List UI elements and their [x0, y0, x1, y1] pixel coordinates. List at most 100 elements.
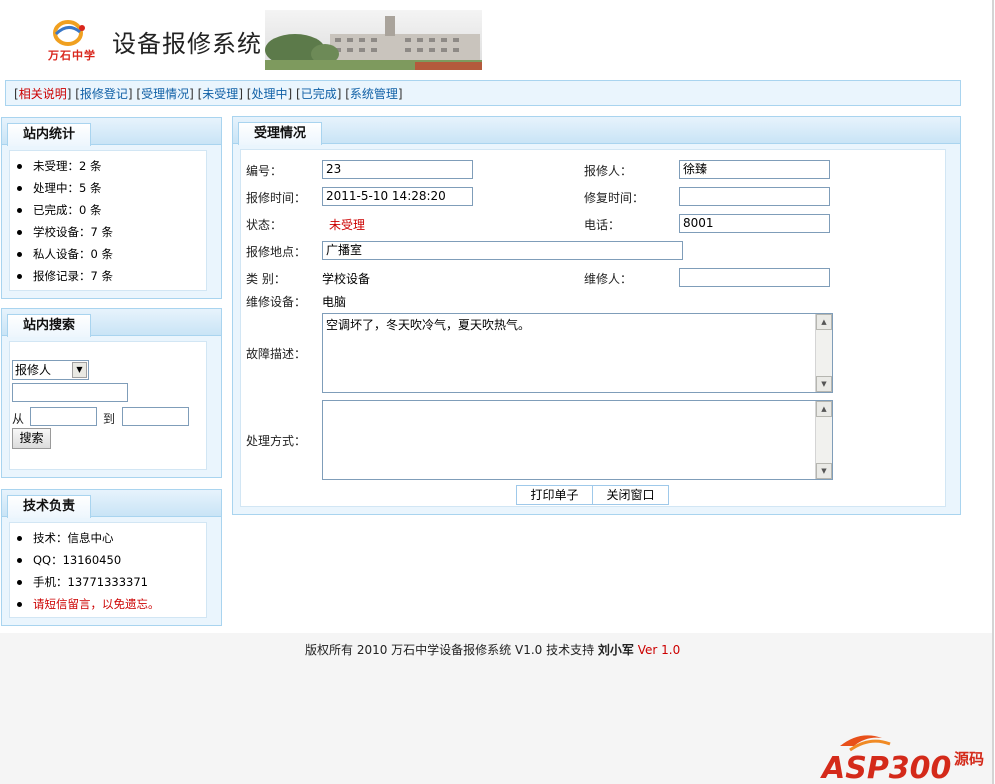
stats-item-records: 报修记录：7 条: [15, 265, 113, 287]
id-label: 编号：: [246, 164, 283, 178]
stats-value: 7 条: [90, 269, 113, 283]
stats-value: 2 条: [79, 159, 102, 173]
school-logo-text: 万石中学: [48, 49, 96, 62]
nav-link-help[interactable]: 相关说明: [19, 87, 67, 101]
scroll-up-icon[interactable]: ▲: [816, 314, 832, 330]
search-from-label: 从: [12, 412, 25, 426]
tech-item-text: 请短信留言，以免遗忘。: [33, 597, 160, 611]
nav-link-in-progress[interactable]: 处理中: [252, 87, 288, 101]
phone-field[interactable]: 8001: [679, 214, 830, 233]
repair-time-field[interactable]: [679, 187, 830, 206]
reporter-field[interactable]: 徐臻: [679, 160, 830, 179]
location-label: 报修地点：: [246, 245, 307, 259]
nav-link-register[interactable]: 报修登记: [80, 87, 128, 101]
detail-form: 编号： 23 报修人： 徐臻 报修时间： 2011-5-10 14:28:20 …: [240, 149, 946, 507]
scroll-up-icon[interactable]: ▲: [816, 401, 832, 417]
device-label: 维修设备：: [246, 295, 307, 309]
stats-panel-title: 站内统计: [7, 123, 92, 146]
detail-panel-title: 受理情况: [238, 122, 323, 145]
search-panel-title: 站内搜索: [7, 314, 92, 337]
scroll-down-icon[interactable]: ▼: [816, 376, 832, 392]
print-button[interactable]: 打印单子: [516, 485, 593, 505]
stats-value: 7 条: [90, 225, 113, 239]
search-field-select[interactable]: 报修人 ▼: [12, 360, 89, 380]
tech-item-text: 手机：13771333371: [33, 575, 148, 589]
close-window-button[interactable]: 关闭窗口: [592, 485, 669, 505]
location-field[interactable]: 广播室: [322, 241, 683, 260]
stats-label: 学校设备：: [33, 225, 91, 239]
tech-item-note: 请短信留言，以免遗忘。: [15, 593, 160, 615]
window-right-border: [992, 0, 994, 784]
tech-list: 技术：信息中心 QQ：13160450 手机：13771333371 请短信留言…: [15, 527, 160, 615]
nav-link-admin[interactable]: 系统管理: [350, 87, 398, 101]
stats-value: 0 条: [79, 203, 102, 217]
stats-list: 未受理：2 条 处理中：5 条 已完成：0 条 学校设备：7 条 私人设备：0 …: [15, 155, 113, 287]
id-field[interactable]: 23: [322, 160, 473, 179]
stats-item-private-devices: 私人设备：0 条: [15, 243, 113, 265]
nav-link-accepted[interactable]: 受理情况: [141, 87, 189, 101]
tech-item-text: 技术：信息中心: [33, 531, 114, 545]
tech-item-phone: 手机：13771333371: [15, 571, 160, 593]
repairer-field[interactable]: [679, 268, 830, 287]
stats-item-in-progress: 处理中：5 条: [15, 177, 113, 199]
bullet-icon: [17, 580, 22, 585]
device-value: 电脑: [322, 295, 347, 309]
stats-item-school-devices: 学校设备：7 条: [15, 221, 113, 243]
stats-value: 0 条: [90, 247, 113, 261]
stats-panel: 站内统计 未受理：2 条 处理中：5 条 已完成：0 条 学校设备：7 条 私人…: [1, 117, 222, 299]
stats-label: 处理中：: [33, 181, 79, 195]
bullet-icon: [17, 558, 22, 563]
report-time-field[interactable]: 2011-5-10 14:28:20: [322, 187, 473, 206]
repairer-label: 维修人：: [584, 272, 633, 286]
nav-link-pending[interactable]: 未受理: [202, 87, 238, 101]
fault-scrollbar[interactable]: ▲ ▼: [815, 314, 832, 392]
reporter-label: 报修人：: [584, 164, 633, 178]
watermark-brand: ASP300: [820, 751, 951, 784]
stats-item-pending: 未受理：2 条: [15, 155, 113, 177]
stats-label: 私人设备：: [33, 247, 91, 261]
bullet-icon: [17, 208, 22, 213]
tech-panel-body: 技术：信息中心 QQ：13160450 手机：13771333371 请短信留言…: [9, 522, 207, 618]
fault-textarea[interactable]: 空调坏了，冬天吹冷气，夏天吹热气。 ▲ ▼: [322, 313, 833, 393]
bullet-icon: [17, 274, 22, 279]
search-from-input[interactable]: [30, 407, 97, 426]
tech-panel-title: 技术负责: [7, 495, 92, 518]
stats-label: 未受理：: [33, 159, 79, 173]
search-button[interactable]: 搜索: [12, 428, 51, 449]
stats-label: 已完成：: [33, 203, 79, 217]
fault-label: 故障描述：: [246, 347, 307, 361]
chevron-down-icon[interactable]: ▼: [72, 362, 87, 378]
stats-panel-body: 未受理：2 条 处理中：5 条 已完成：0 条 学校设备：7 条 私人设备：0 …: [9, 150, 207, 291]
search-keyword-input[interactable]: [12, 383, 128, 402]
scroll-down-icon[interactable]: ▼: [816, 463, 832, 479]
bullet-icon: [17, 230, 22, 235]
nav-link-completed[interactable]: 已完成: [301, 87, 337, 101]
site-title: 设备报修系统: [112, 30, 262, 58]
repair-time-label: 修复时间：: [584, 191, 645, 205]
method-textarea[interactable]: ▲ ▼: [322, 400, 833, 480]
watermark-suffix: 源码: [954, 750, 984, 768]
detail-panel: 受理情况 编号： 23 报修人： 徐臻 报修时间： 2011-5-10 14:2…: [232, 116, 961, 515]
footer-author: 刘小军: [597, 643, 634, 657]
search-to-input[interactable]: [122, 407, 189, 426]
stats-label: 报修记录：: [33, 269, 91, 283]
footer-version: Ver 1.0: [637, 643, 681, 657]
stats-value: 5 条: [79, 181, 102, 195]
tech-item-qq: QQ：13160450: [15, 549, 160, 571]
category-label: 类 别：: [246, 272, 286, 286]
tech-panel: 技术负责 技术：信息中心 QQ：13160450 手机：13771333371 …: [1, 489, 222, 626]
search-panel-body: 报修人 ▼ 从 到 搜索: [9, 341, 207, 470]
category-value: 学校设备: [322, 272, 371, 286]
school-banner-image: [265, 10, 482, 70]
method-label: 处理方式：: [246, 434, 307, 448]
bullet-icon: [17, 164, 22, 169]
bullet-icon: [17, 252, 22, 257]
stats-item-completed: 已完成：0 条: [15, 199, 113, 221]
method-scrollbar[interactable]: ▲ ▼: [815, 401, 832, 479]
nav-links: [相关说明] [报修登记] [受理情况] [未受理] [处理中] [已完成] […: [14, 87, 403, 101]
status-label: 状态：: [246, 218, 283, 232]
footer-copyright: 版权所有 2010 万石中学设备报修系统 V1.0 技术支持 刘小军 Ver 1…: [305, 641, 680, 658]
search-field-value: 报修人: [15, 363, 52, 377]
report-time-label: 报修时间：: [246, 191, 307, 205]
asp300-watermark-logo: ASP300 源码: [820, 735, 984, 784]
